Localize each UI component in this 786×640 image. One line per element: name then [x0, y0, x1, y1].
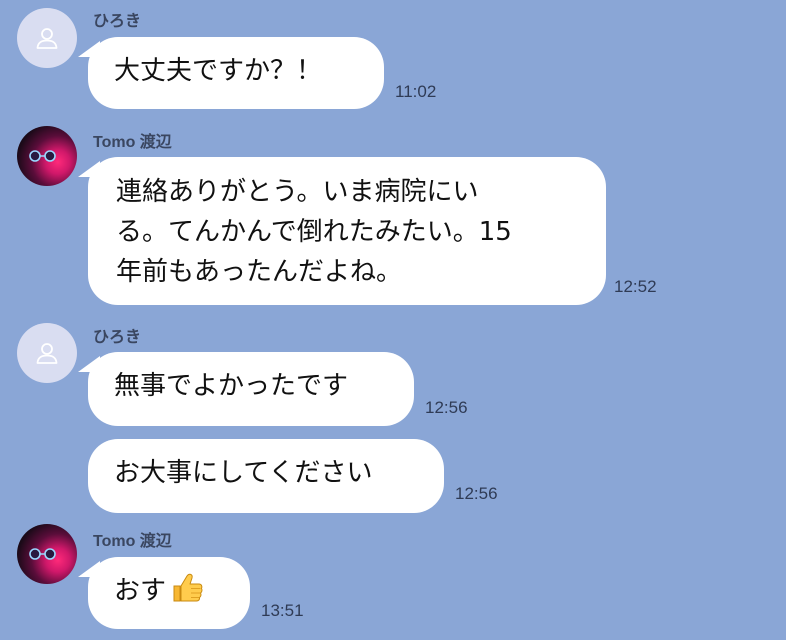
- avatar[interactable]: [17, 323, 77, 383]
- message-text: おす: [114, 576, 167, 606]
- profile-photo: [29, 548, 56, 560]
- message-bubble[interactable]: 大丈夫ですか？！: [88, 37, 384, 109]
- thumbs-up-icon: [173, 573, 203, 602]
- avatar[interactable]: [17, 126, 77, 186]
- sender-name: Tomo 渡辺: [93, 533, 172, 550]
- message-bubble[interactable]: 無事でよかったです: [88, 352, 414, 426]
- message-timestamp: 12:56: [455, 484, 498, 503]
- message-text-line: おす: [114, 571, 224, 611]
- message-text: 無事でよかったです: [114, 371, 349, 401]
- profile-photo: [29, 150, 56, 162]
- message-timestamp: 12:52: [614, 277, 657, 296]
- chat-thread: ひろき 大丈夫ですか？！ 11:02 Tomo 渡辺 連絡ありがとう。いま病院に…: [0, 0, 786, 640]
- default-user-icon: [36, 343, 58, 364]
- message-bubble[interactable]: おす: [88, 557, 250, 629]
- message-text: お大事にしてください: [114, 458, 373, 488]
- message-text-line: 連絡ありがとう。いま病院にい: [116, 177, 479, 207]
- message-timestamp: 12:56: [425, 398, 468, 417]
- default-user-icon: [36, 28, 58, 49]
- message-bubble[interactable]: お大事にしてください: [88, 439, 444, 513]
- sender-name: Tomo 渡辺: [93, 134, 172, 151]
- avatar[interactable]: [17, 8, 77, 68]
- message-bubble[interactable]: 連絡ありがとう。いま病院にい る。てんかんで倒れたみたい。15 年前もあったんだ…: [88, 157, 606, 305]
- message-timestamp: 13:51: [261, 601, 304, 620]
- message-text-line: 年前もあったんだよね。: [116, 257, 403, 287]
- message-timestamp: 11:02: [395, 82, 437, 101]
- message-text: 大丈夫ですか？！: [114, 56, 323, 86]
- sender-name: ひろき: [93, 329, 142, 346]
- sender-name: ひろき: [93, 13, 142, 30]
- avatar[interactable]: [17, 524, 77, 584]
- message-text-line: る。てんかんで倒れたみたい。15: [116, 217, 512, 247]
